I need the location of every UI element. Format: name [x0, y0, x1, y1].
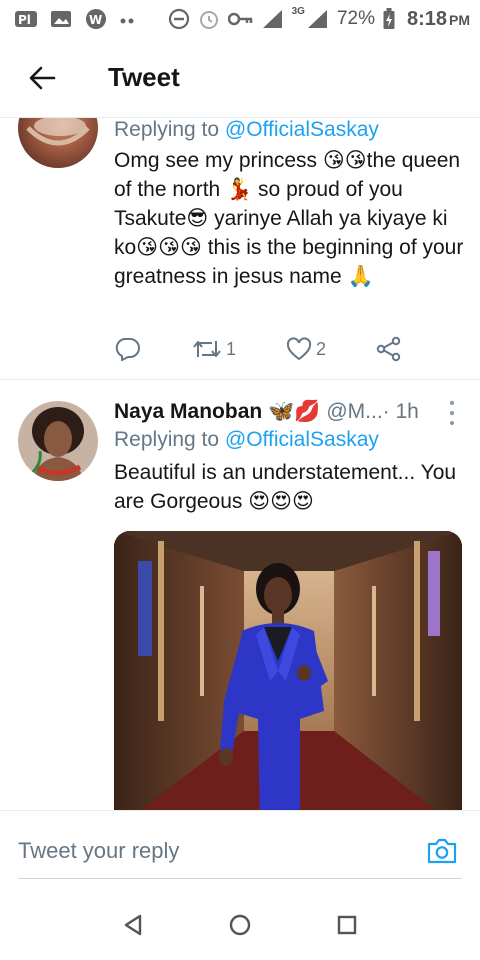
reply-icon [115, 338, 140, 361]
tweet-photo[interactable] [114, 531, 462, 810]
nav-home-button[interactable] [215, 900, 265, 950]
like-button[interactable]: 2 [286, 337, 376, 361]
ig-icon: W [84, 8, 108, 30]
svg-text:W: W [89, 13, 102, 27]
alarm-icon [198, 8, 220, 30]
signal-icon [262, 9, 284, 29]
reply-bar [0, 810, 480, 890]
reply-field[interactable] [18, 823, 462, 879]
display-name[interactable]: Naya Manoban 🦋💋 [114, 400, 320, 424]
system-nav-bar [0, 890, 480, 960]
nav-recents-button[interactable] [322, 900, 372, 950]
share-button[interactable] [376, 336, 402, 362]
avatar[interactable] [18, 401, 98, 481]
like-count: 2 [316, 338, 327, 359]
tweet-header: Naya Manoban 🦋💋 @M... · 1h [114, 400, 464, 424]
avatar[interactable] [18, 118, 98, 168]
clock: 8:18 [406, 7, 447, 30]
dnd-icon [168, 8, 190, 30]
home-circle-icon [229, 914, 251, 936]
heart-icon [286, 337, 312, 361]
signal-icon [307, 9, 329, 29]
reply-input[interactable] [18, 837, 398, 864]
reply-button[interactable] [114, 337, 192, 361]
svg-text:Pl: Pl [18, 13, 31, 27]
replying-to: Replying to @OfficialSaskay [114, 428, 379, 451]
tweet-text: Omg see my princess 😘😘the queen of the n… [114, 149, 464, 288]
tweet-actions: 1 2 [114, 336, 402, 362]
app-bar: Tweet [0, 38, 480, 118]
retweet-button[interactable]: 1 [192, 338, 286, 360]
user-handle[interactable]: @M... [326, 400, 382, 424]
tweet-time: · 1h [382, 400, 419, 423]
reply-handle-link[interactable]: @OfficialSaskay [225, 118, 379, 141]
pill-icon: Pl [14, 9, 38, 29]
camera-icon [427, 838, 457, 864]
camera-button[interactable] [422, 833, 462, 869]
battery-percent: 72% [336, 8, 375, 29]
nav-back-button[interactable] [108, 900, 158, 950]
share-icon [376, 336, 401, 362]
retweet-icon [193, 341, 221, 357]
dots-icon [120, 9, 134, 29]
recents-square-icon [337, 915, 356, 935]
tweet-text: Beautiful is an understatement... You ar… [114, 461, 457, 513]
back-button[interactable] [12, 48, 72, 108]
key-icon [227, 11, 254, 27]
tweet-card[interactable]: Replying to @OfficialSaskay Omg see my p… [0, 118, 480, 380]
page-title: Tweet [108, 62, 180, 92]
retweet-count: 1 [226, 338, 237, 359]
reply-handle-link[interactable]: @OfficialSaskay [225, 428, 379, 451]
replying-to: Replying to @OfficialSaskay [114, 118, 379, 141]
status-bar: Pl W 3G 72% 8:18 PM [0, 0, 480, 38]
arrow-left-icon [29, 66, 56, 89]
reply-feed[interactable]: Replying to @OfficialSaskay Omg see my p… [0, 118, 480, 810]
back-triangle-icon [125, 914, 142, 936]
battery-icon [383, 8, 395, 30]
image-icon [50, 9, 72, 29]
